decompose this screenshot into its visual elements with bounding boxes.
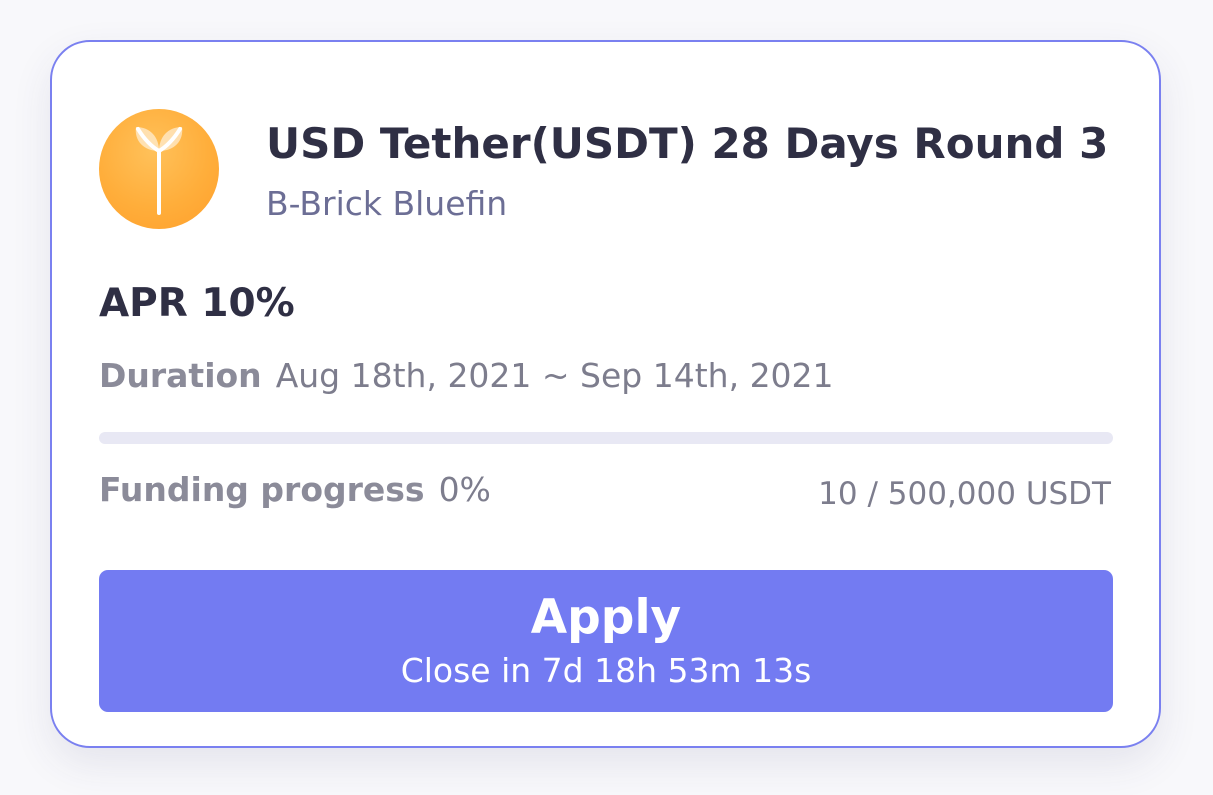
funding-row: Funding progress 0%: [99, 468, 491, 512]
duration-row: Duration Aug 18th, 2021 ~ Sep 14th, 2021: [99, 354, 834, 398]
product-card: USD Tether(USDT) 28 Days Round 3 B-Brick…: [50, 40, 1161, 748]
funding-percent: 0%: [438, 470, 491, 509]
duration-label: Duration: [99, 356, 262, 395]
apr-value: APR 10%: [99, 281, 295, 326]
product-title: USD Tether(USDT) 28 Days Round 3: [266, 119, 1109, 168]
sprout-icon: [99, 109, 219, 229]
apply-button-label: Apply: [530, 590, 682, 645]
funding-progress-bar: [99, 432, 1113, 444]
product-subtitle: B-Brick Bluefin: [266, 184, 508, 223]
page: USD Tether(USDT) 28 Days Round 3 B-Brick…: [0, 0, 1213, 795]
close-countdown: Close in 7d 18h 53m 13s: [400, 651, 812, 690]
apply-button[interactable]: Apply Close in 7d 18h 53m 13s: [99, 570, 1113, 712]
duration-value: Aug 18th, 2021 ~ Sep 14th, 2021: [275, 356, 834, 395]
funding-amount: 10 / 500,000 USDT: [818, 476, 1111, 512]
funding-label: Funding progress: [99, 470, 425, 509]
